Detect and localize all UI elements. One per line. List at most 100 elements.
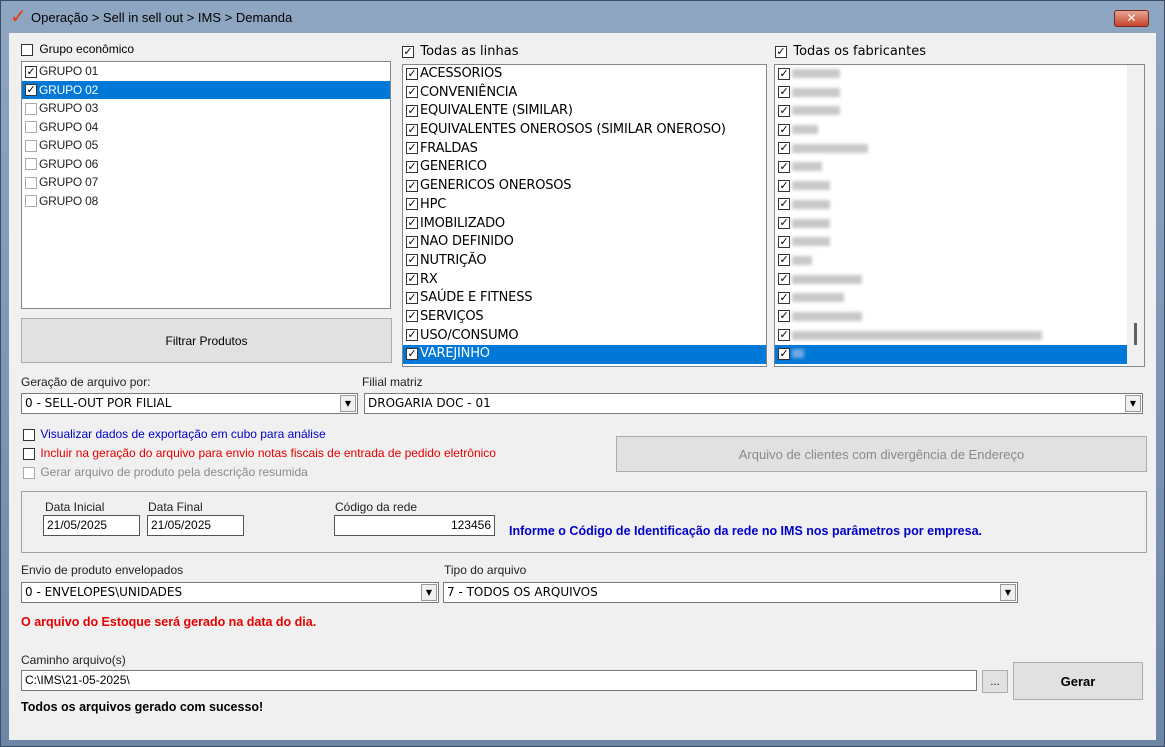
gerar-button[interactable]: Gerar — [1013, 662, 1143, 700]
list-item-checkbox[interactable]: ✓ — [778, 329, 790, 342]
close-button[interactable]: ✕ — [1114, 10, 1149, 27]
grupo-list[interactable]: ✓ GRUPO 01 ✓ GRUPO 02 GRUPO 03 GRUPO 04 GRUPO … — [21, 61, 391, 309]
fabricantes-header[interactable]: ✓ Todas os fabricantes — [775, 44, 926, 59]
list-item[interactable]: ✓ — [775, 345, 1144, 364]
caminho-input[interactable]: C:\IMS\21-05-2025\ — [21, 670, 977, 691]
list-item[interactable]: ✓ FRALDAS — [403, 140, 766, 159]
linhas-header-checkbox[interactable]: ✓ — [402, 45, 414, 58]
list-item[interactable]: ✓ NUTRIÇÃO — [403, 252, 766, 271]
list-item[interactable]: ✓ USO/CONSUMO — [403, 327, 766, 346]
list-item-checkbox[interactable]: ✓ — [406, 142, 418, 155]
list-item-checkbox[interactable]: ✓ — [406, 254, 418, 267]
geracao-select[interactable]: 0 - SELL-OUT POR FILIAL ▼ — [21, 393, 358, 414]
list-item-checkbox[interactable]: ✓ — [406, 310, 418, 323]
list-item[interactable]: ✓ — [775, 308, 1144, 327]
list-item-checkbox[interactable]: ✓ — [778, 310, 790, 323]
list-item-checkbox[interactable]: ✓ — [778, 104, 790, 117]
list-item[interactable]: ✓ VAREJINHO — [403, 345, 766, 364]
list-item[interactable]: ✓ — [775, 84, 1144, 103]
descricao-checkbox[interactable] — [23, 466, 35, 479]
list-item-checkbox[interactable]: ✓ — [25, 84, 37, 97]
list-item-checkbox[interactable]: ✓ — [406, 273, 418, 286]
fabricantes-scrollbar[interactable] — [1127, 65, 1144, 366]
chevron-down-icon[interactable]: ▼ — [340, 395, 356, 412]
list-item-checkbox[interactable]: ✓ — [778, 86, 790, 99]
list-item[interactable]: ✓ — [775, 271, 1144, 290]
list-item-checkbox[interactable]: ✓ — [778, 160, 790, 173]
list-item[interactable]: ✓ — [775, 196, 1144, 215]
list-item[interactable]: ✓ — [775, 177, 1144, 196]
tipo-select[interactable]: 7 - TODOS OS ARQUIVOS ▼ — [443, 582, 1018, 603]
list-item-checkbox[interactable] — [25, 139, 37, 152]
list-item[interactable]: ✓ — [775, 233, 1144, 252]
list-item[interactable]: ✓ GENERICOS ONEROSOS — [403, 177, 766, 196]
list-item-checkbox[interactable]: ✓ — [406, 235, 418, 248]
list-item-checkbox[interactable]: ✓ — [406, 123, 418, 136]
list-item-checkbox[interactable]: ✓ — [406, 198, 418, 211]
divergencia-endereco-button[interactable]: Arquivo de clientes com divergência de E… — [616, 436, 1147, 472]
list-item-checkbox[interactable]: ✓ — [778, 273, 790, 286]
list-item-checkbox[interactable]: ✓ — [406, 291, 418, 304]
list-item[interactable]: ✓ — [775, 215, 1144, 234]
list-item-checkbox[interactable]: ✓ — [778, 291, 790, 304]
data-final-input[interactable]: 21/05/2025 — [147, 515, 244, 536]
list-item[interactable]: ✓ — [775, 65, 1144, 84]
list-item-checkbox[interactable]: ✓ — [406, 347, 418, 360]
linhas-header[interactable]: ✓ Todas as linhas — [402, 44, 518, 59]
list-item[interactable]: ✓ — [775, 140, 1144, 159]
list-item-checkbox[interactable]: ✓ — [778, 67, 790, 80]
list-item-checkbox[interactable] — [25, 102, 37, 115]
list-item-checkbox[interactable]: ✓ — [778, 142, 790, 155]
list-item-checkbox[interactable]: ✓ — [406, 217, 418, 229]
list-item[interactable]: ✓ — [775, 121, 1144, 140]
data-inicial-input[interactable]: 21/05/2025 — [43, 515, 140, 536]
list-item[interactable]: ✓ NAO DEFINIDO — [403, 233, 766, 252]
list-item[interactable]: ✓ — [775, 327, 1144, 346]
list-item-checkbox[interactable] — [25, 176, 37, 189]
list-item-checkbox[interactable]: ✓ — [406, 104, 418, 117]
list-item-checkbox[interactable]: ✓ — [778, 235, 790, 248]
linhas-list[interactable]: ✓ ACESSORIOS ✓ CONVENIÊNCIA ✓ EQUIVALENTE (SI… — [402, 64, 767, 367]
list-item[interactable]: ✓ — [775, 158, 1144, 177]
list-item-checkbox[interactable] — [25, 121, 37, 134]
grupo-header[interactable]: Grupo econômico — [21, 42, 134, 56]
cubo-checkbox[interactable] — [23, 428, 35, 441]
list-item-checkbox[interactable]: ✓ — [778, 217, 790, 229]
list-item[interactable]: ✓ SERVIÇOS — [403, 308, 766, 327]
list-item-checkbox[interactable]: ✓ — [778, 123, 790, 136]
list-item[interactable]: ✓ EQUIVALENTE (SIMILAR) — [403, 102, 766, 121]
title-bar[interactable]: ✓ Operação > Sell in sell out > IMS > De… — [1, 1, 1164, 33]
list-item[interactable]: GRUPO 05 — [22, 136, 390, 155]
list-item[interactable]: GRUPO 08 — [22, 192, 390, 211]
option-notas[interactable]: Incluir na geração do arquivo para envio… — [23, 446, 496, 460]
list-item[interactable]: GRUPO 06 — [22, 155, 390, 174]
list-item[interactable]: ✓ — [775, 252, 1144, 271]
browse-button[interactable]: ... — [982, 670, 1008, 693]
list-item-checkbox[interactable] — [25, 158, 37, 171]
list-item-checkbox[interactable]: ✓ — [406, 329, 418, 342]
list-item-checkbox[interactable]: ✓ — [406, 160, 418, 173]
chevron-down-icon[interactable]: ▼ — [421, 584, 437, 601]
list-item-checkbox[interactable]: ✓ — [25, 65, 37, 78]
option-cubo[interactable]: Visualizar dados de exportação em cubo p… — [23, 427, 326, 441]
envio-select[interactable]: 0 - ENVELOPES\UNIDADES ▼ — [21, 582, 439, 603]
chevron-down-icon[interactable]: ▼ — [1000, 584, 1016, 601]
chevron-down-icon[interactable]: ▼ — [1125, 395, 1141, 412]
list-item[interactable]: ✓ — [775, 102, 1144, 121]
list-item[interactable]: ✓ SAÚDE E FITNESS — [403, 289, 766, 308]
filial-select[interactable]: DROGARIA DOC - 01 ▼ — [364, 393, 1143, 414]
scrollbar-thumb[interactable] — [1134, 323, 1137, 345]
list-item[interactable]: GRUPO 03 — [22, 99, 390, 118]
list-item[interactable]: ✓ GRUPO 01 — [22, 62, 390, 81]
fabricantes-header-checkbox[interactable]: ✓ — [775, 45, 787, 58]
option-descricao[interactable]: Gerar arquivo de produto pela descrição … — [23, 465, 308, 479]
filtrar-produtos-button[interactable]: Filtrar Produtos — [21, 318, 392, 363]
list-item-checkbox[interactable]: ✓ — [406, 67, 418, 80]
list-item-checkbox[interactable]: ✓ — [406, 86, 418, 99]
list-item[interactable]: ✓ CONVENIÊNCIA — [403, 84, 766, 103]
grupo-header-checkbox[interactable] — [21, 43, 33, 56]
list-item[interactable]: ✓ — [775, 289, 1144, 308]
list-item-checkbox[interactable]: ✓ — [778, 254, 790, 267]
codigo-rede-input[interactable]: 123456 — [334, 515, 495, 536]
list-item[interactable]: ✓ RX — [403, 271, 766, 290]
